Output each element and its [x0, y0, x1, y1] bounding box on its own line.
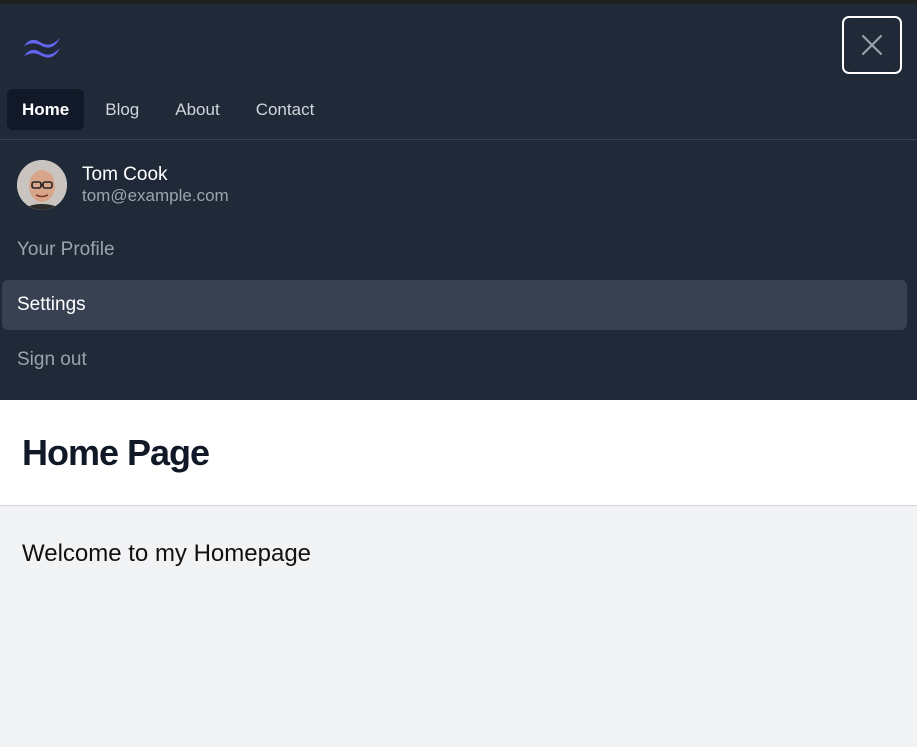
menu-item-sign-out[interactable]: Sign out: [2, 335, 907, 385]
page-title: Home Page: [22, 431, 210, 473]
nav-link-blog[interactable]: Blog: [90, 89, 154, 130]
main-content: Welcome to my Homepage: [0, 506, 917, 602]
nav-links: Home Blog About Contact: [7, 89, 335, 130]
avatar-image: [17, 160, 67, 210]
nav-divider: [0, 139, 917, 140]
close-menu-button[interactable]: [842, 16, 902, 74]
nav-link-about[interactable]: About: [160, 89, 234, 130]
user-menu: Your Profile Settings Sign out: [2, 225, 907, 390]
user-email: tom@example.com: [82, 186, 229, 205]
nav-link-contact[interactable]: Contact: [241, 89, 330, 130]
nav-top-bar: [0, 4, 917, 84]
mobile-navigation: Home Blog About Contact Tom Cook tom@exa…: [0, 4, 917, 400]
user-text: Tom Cook tom@example.com: [82, 164, 229, 206]
user-name: Tom Cook: [82, 164, 168, 185]
page-header: Home Page: [0, 400, 917, 506]
menu-item-settings[interactable]: Settings: [2, 280, 907, 330]
menu-item-your-profile[interactable]: Your Profile: [2, 225, 907, 275]
avatar: [17, 160, 67, 210]
nav-link-home[interactable]: Home: [7, 89, 85, 130]
close-icon: [862, 35, 882, 55]
user-info: Tom Cook tom@example.com: [17, 160, 229, 210]
tailwind-logo-icon[interactable]: [22, 32, 62, 62]
welcome-text: Welcome to my Homepage: [22, 540, 312, 567]
